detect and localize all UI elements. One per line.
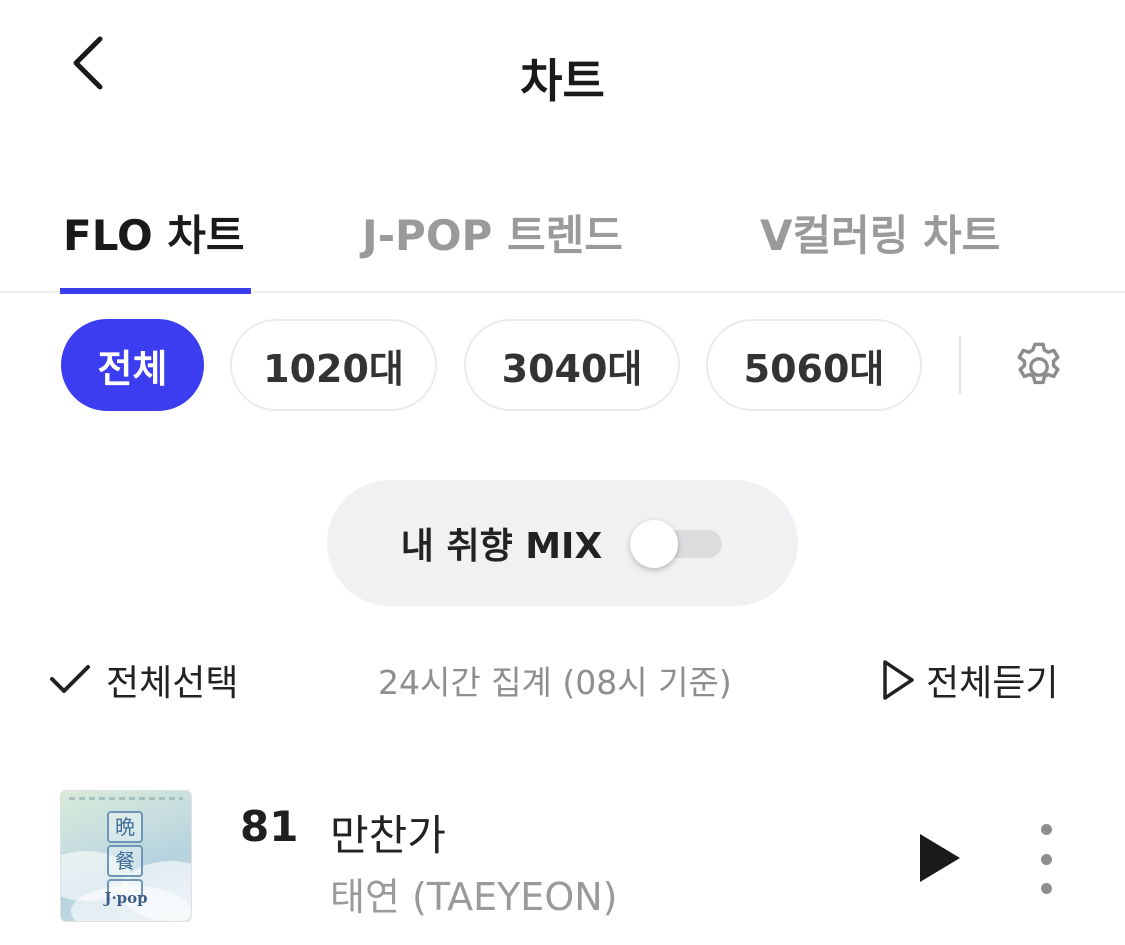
song-play-button[interactable] [912,828,968,888]
chip-3040[interactable]: 3040대 [464,319,680,411]
gear-icon [1017,342,1060,385]
album-art-glyph: 餐 [107,845,143,877]
more-options-button[interactable] [1026,824,1066,894]
settings-button[interactable] [1008,336,1070,398]
chip-1020[interactable]: 1020대 [230,319,437,411]
album-art-glyph: 晩 [107,811,143,843]
mix-label: 내 취향 MIX [400,526,603,567]
play-icon [920,834,960,882]
play-outline-icon [883,660,914,700]
play-all-button[interactable]: 전체듣기 [880,652,1058,708]
song-row[interactable]: 晩 餐 J·pop 81 만찬가 태연 (TAEYEON) [0,780,1125,930]
song-rank: 81 [240,802,299,851]
song-title[interactable]: 만찬가 [330,802,446,863]
active-tab-indicator [60,288,251,294]
song-artist[interactable]: 태연 (TAEYEON) [330,866,617,921]
album-art-logo: J·pop [104,889,148,907]
tab-jpop-trend[interactable]: J-POP 트렌드 [362,204,623,260]
chip-all[interactable]: 전체 [61,319,204,411]
tab-flo-chart[interactable]: FLO 차트 [63,204,245,260]
select-all-button[interactable]: 전체선택 [48,652,238,708]
switch-knob [630,520,679,568]
play-all-label: 전체듣기 [926,663,1059,704]
aggregation-info: 24시간 집계 (08시 기준) [378,663,732,702]
chip-5060[interactable]: 5060대 [706,319,922,411]
page-title: 차트 [520,54,605,108]
chip-divider [959,336,961,394]
tab-vcoloring-chart[interactable]: V컬러링 차트 [760,204,1000,260]
album-art[interactable]: 晩 餐 J·pop [60,790,192,922]
select-all-label: 전체선택 [106,663,239,704]
mix-switch[interactable] [630,520,724,568]
my-taste-mix-toggle[interactable]: 내 취향 MIX [327,480,798,606]
more-dots-icon [1040,824,1052,835]
check-icon [50,665,90,693]
